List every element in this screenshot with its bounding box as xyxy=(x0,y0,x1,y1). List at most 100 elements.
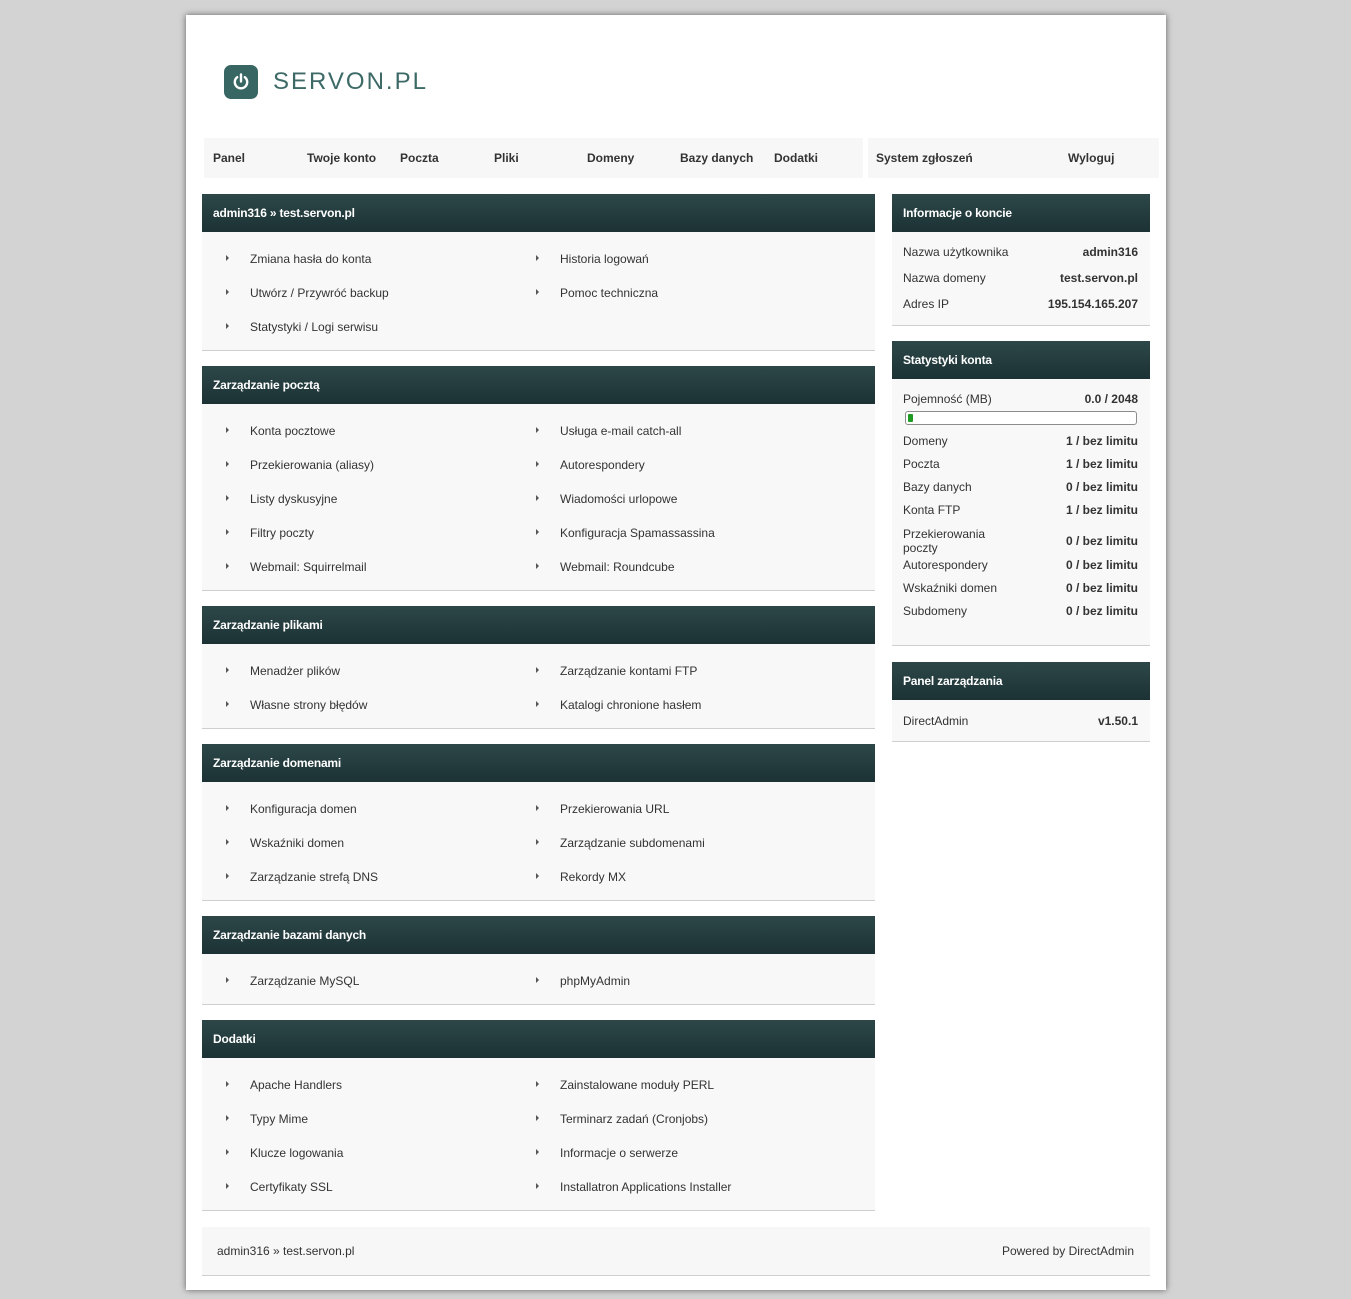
arrow-right-icon xyxy=(226,839,229,845)
link-forwarders[interactable]: Przekierowania (aliasy) xyxy=(226,458,374,472)
arrow-right-icon xyxy=(536,427,539,433)
link-catch-all[interactable]: Usługa e-mail catch-all xyxy=(536,424,681,438)
nav-item-databases[interactable]: Bazy danych xyxy=(680,151,753,165)
nav-item-mail[interactable]: Poczta xyxy=(400,151,439,165)
link-subdomains[interactable]: Zarządzanie subdomenami xyxy=(536,836,705,850)
link-vacation-messages[interactable]: Wiadomości urlopowe xyxy=(536,492,677,506)
stat-label: Autorespondery xyxy=(903,558,988,572)
brand-name: SERVON.PL xyxy=(273,68,428,95)
link-url-redirects[interactable]: Przekierowania URL xyxy=(536,802,669,816)
arrow-right-icon xyxy=(536,1183,539,1189)
arrow-right-icon xyxy=(226,289,229,295)
link-protected-directories[interactable]: Katalogi chronione hasłem xyxy=(536,698,701,712)
link-statistics-logs[interactable]: Statystyki / Logi serwisu xyxy=(226,320,378,334)
info-value: 195.154.165.207 xyxy=(1047,297,1138,311)
link-installatron[interactable]: Installatron Applications Installer xyxy=(536,1180,731,1194)
arrow-right-icon xyxy=(536,289,539,295)
nav-item-account[interactable]: Twoje konto xyxy=(307,151,376,165)
link-ftp-accounts[interactable]: Zarządzanie kontami FTP xyxy=(536,664,697,678)
info-row: Nazwa domeny test.servon.pl xyxy=(892,271,1150,297)
top-nav: Panel Twoje konto Poczta Pliki Domeny Ba… xyxy=(204,138,1159,178)
stat-label: Subdomeny xyxy=(903,604,968,618)
stat-label: Wskaźniki domen xyxy=(903,581,998,595)
section-extras: Dodatki Apache Handlers Typy Mime Klucze… xyxy=(202,1020,875,1211)
nav-item-domains[interactable]: Domeny xyxy=(587,151,634,165)
link-spamassassin[interactable]: Konfiguracja Spamassassina xyxy=(536,526,715,540)
link-backup[interactable]: Utwórz / Przywróć backup xyxy=(226,286,389,300)
link-perl-modules[interactable]: Zainstalowane moduły PERL xyxy=(536,1078,714,1092)
footer-breadcrumb[interactable]: admin316 » test.servon.pl xyxy=(217,1244,354,1258)
stat-value: 1 / bez limitu xyxy=(1065,457,1138,471)
info-value: admin316 xyxy=(1082,245,1138,259)
link-phpmyadmin[interactable]: phpMyAdmin xyxy=(536,974,630,988)
nav-item-files[interactable]: Pliki xyxy=(494,151,519,165)
footer-powered-by[interactable]: Powered by DirectAdmin xyxy=(1002,1244,1134,1258)
link-domain-pointers[interactable]: Wskaźniki domen xyxy=(226,836,344,850)
link-domain-setup[interactable]: Konfiguracja domen xyxy=(226,802,357,816)
stat-value: 0 / bez limitu xyxy=(1065,558,1138,572)
stat-row: Autorespondery 0 / bez limitu xyxy=(892,558,1150,581)
info-row: Nazwa użytkownika admin316 xyxy=(892,245,1150,271)
stat-row: Bazy danych 0 / bez limitu xyxy=(892,480,1150,503)
panel-version: v1.50.1 xyxy=(1097,714,1138,728)
section-title: admin316 » test.servon.pl xyxy=(202,194,875,232)
box-title: Panel zarządzania xyxy=(892,662,1150,700)
link-support[interactable]: Pomoc techniczna xyxy=(536,286,658,300)
link-file-manager[interactable]: Menadżer plików xyxy=(226,664,340,678)
arrow-right-icon xyxy=(536,805,539,811)
info-label: Nazwa domeny xyxy=(903,271,986,285)
stat-value: 0 / bez limitu xyxy=(1065,480,1138,494)
link-server-info[interactable]: Informacje o serwerze xyxy=(536,1146,678,1160)
capacity-progress-bar xyxy=(905,411,1137,425)
arrow-right-icon xyxy=(226,667,229,673)
section-title: Zarządzanie bazami danych xyxy=(202,916,875,954)
section-files: Zarządzanie plikami Menadżer plików Włas… xyxy=(202,606,875,729)
info-row: Adres IP 195.154.165.207 xyxy=(892,297,1150,323)
nav-item-tickets[interactable]: System zgłoszeń xyxy=(876,151,973,165)
nav-side: System zgłoszeń Wyloguj xyxy=(868,138,1159,178)
arrow-right-icon xyxy=(226,495,229,501)
stat-label: Bazy danych xyxy=(903,480,972,494)
link-squirrelmail[interactable]: Webmail: Squirrelmail xyxy=(226,560,366,574)
arrow-right-icon xyxy=(226,873,229,879)
link-ssl-certificates[interactable]: Certyfikaty SSL xyxy=(226,1180,333,1194)
arrow-right-icon xyxy=(536,1081,539,1087)
nav-item-extras[interactable]: Dodatki xyxy=(774,151,818,165)
nav-item-logout[interactable]: Wyloguj xyxy=(1068,151,1114,165)
link-mailing-lists[interactable]: Listy dyskusyjne xyxy=(226,492,337,506)
arrow-right-icon xyxy=(536,255,539,261)
link-change-password[interactable]: Zmiana hasła do konta xyxy=(226,252,371,266)
link-mysql[interactable]: Zarządzanie MySQL xyxy=(226,974,359,988)
arrow-right-icon xyxy=(536,839,539,845)
link-mx-records[interactable]: Rekordy MX xyxy=(536,870,626,884)
arrow-right-icon xyxy=(536,977,539,983)
arrow-right-icon xyxy=(226,461,229,467)
stat-row: Wskaźniki domen 0 / bez limitu xyxy=(892,581,1150,604)
arrow-right-icon xyxy=(536,873,539,879)
stat-row: Domeny 1 / bez limitu xyxy=(892,434,1150,457)
section-title: Zarządzanie domenami xyxy=(202,744,875,782)
section-title: Zarządzanie plikami xyxy=(202,606,875,644)
link-mime-types[interactable]: Typy Mime xyxy=(226,1112,308,1126)
arrow-right-icon xyxy=(226,1081,229,1087)
link-mail-accounts[interactable]: Konta pocztowe xyxy=(226,424,335,438)
link-login-history[interactable]: Historia logowań xyxy=(536,252,649,266)
link-roundcube[interactable]: Webmail: Roundcube xyxy=(536,560,675,574)
link-apache-handlers[interactable]: Apache Handlers xyxy=(226,1078,342,1092)
link-error-pages[interactable]: Własne strony błędów xyxy=(226,698,367,712)
link-mail-filters[interactable]: Filtry poczty xyxy=(226,526,314,540)
link-cronjobs[interactable]: Terminarz zadań (Cronjobs) xyxy=(536,1112,708,1126)
arrow-right-icon xyxy=(536,529,539,535)
link-login-keys[interactable]: Klucze logowania xyxy=(226,1146,343,1160)
nav-item-panel[interactable]: Panel xyxy=(213,151,245,165)
capacity-value: 0.0 / 2048 xyxy=(1084,392,1138,406)
arrow-right-icon xyxy=(226,529,229,535)
info-label: Adres IP xyxy=(903,297,950,311)
stat-value: 1 / bez limitu xyxy=(1065,434,1138,448)
link-dns-management[interactable]: Zarządzanie strefą DNS xyxy=(226,870,378,884)
logo[interactable]: SERVON.PL xyxy=(224,65,428,99)
link-autoresponders[interactable]: Autorespondery xyxy=(536,458,645,472)
arrow-right-icon xyxy=(536,1149,539,1155)
arrow-right-icon xyxy=(226,563,229,569)
section-title: Dodatki xyxy=(202,1020,875,1058)
